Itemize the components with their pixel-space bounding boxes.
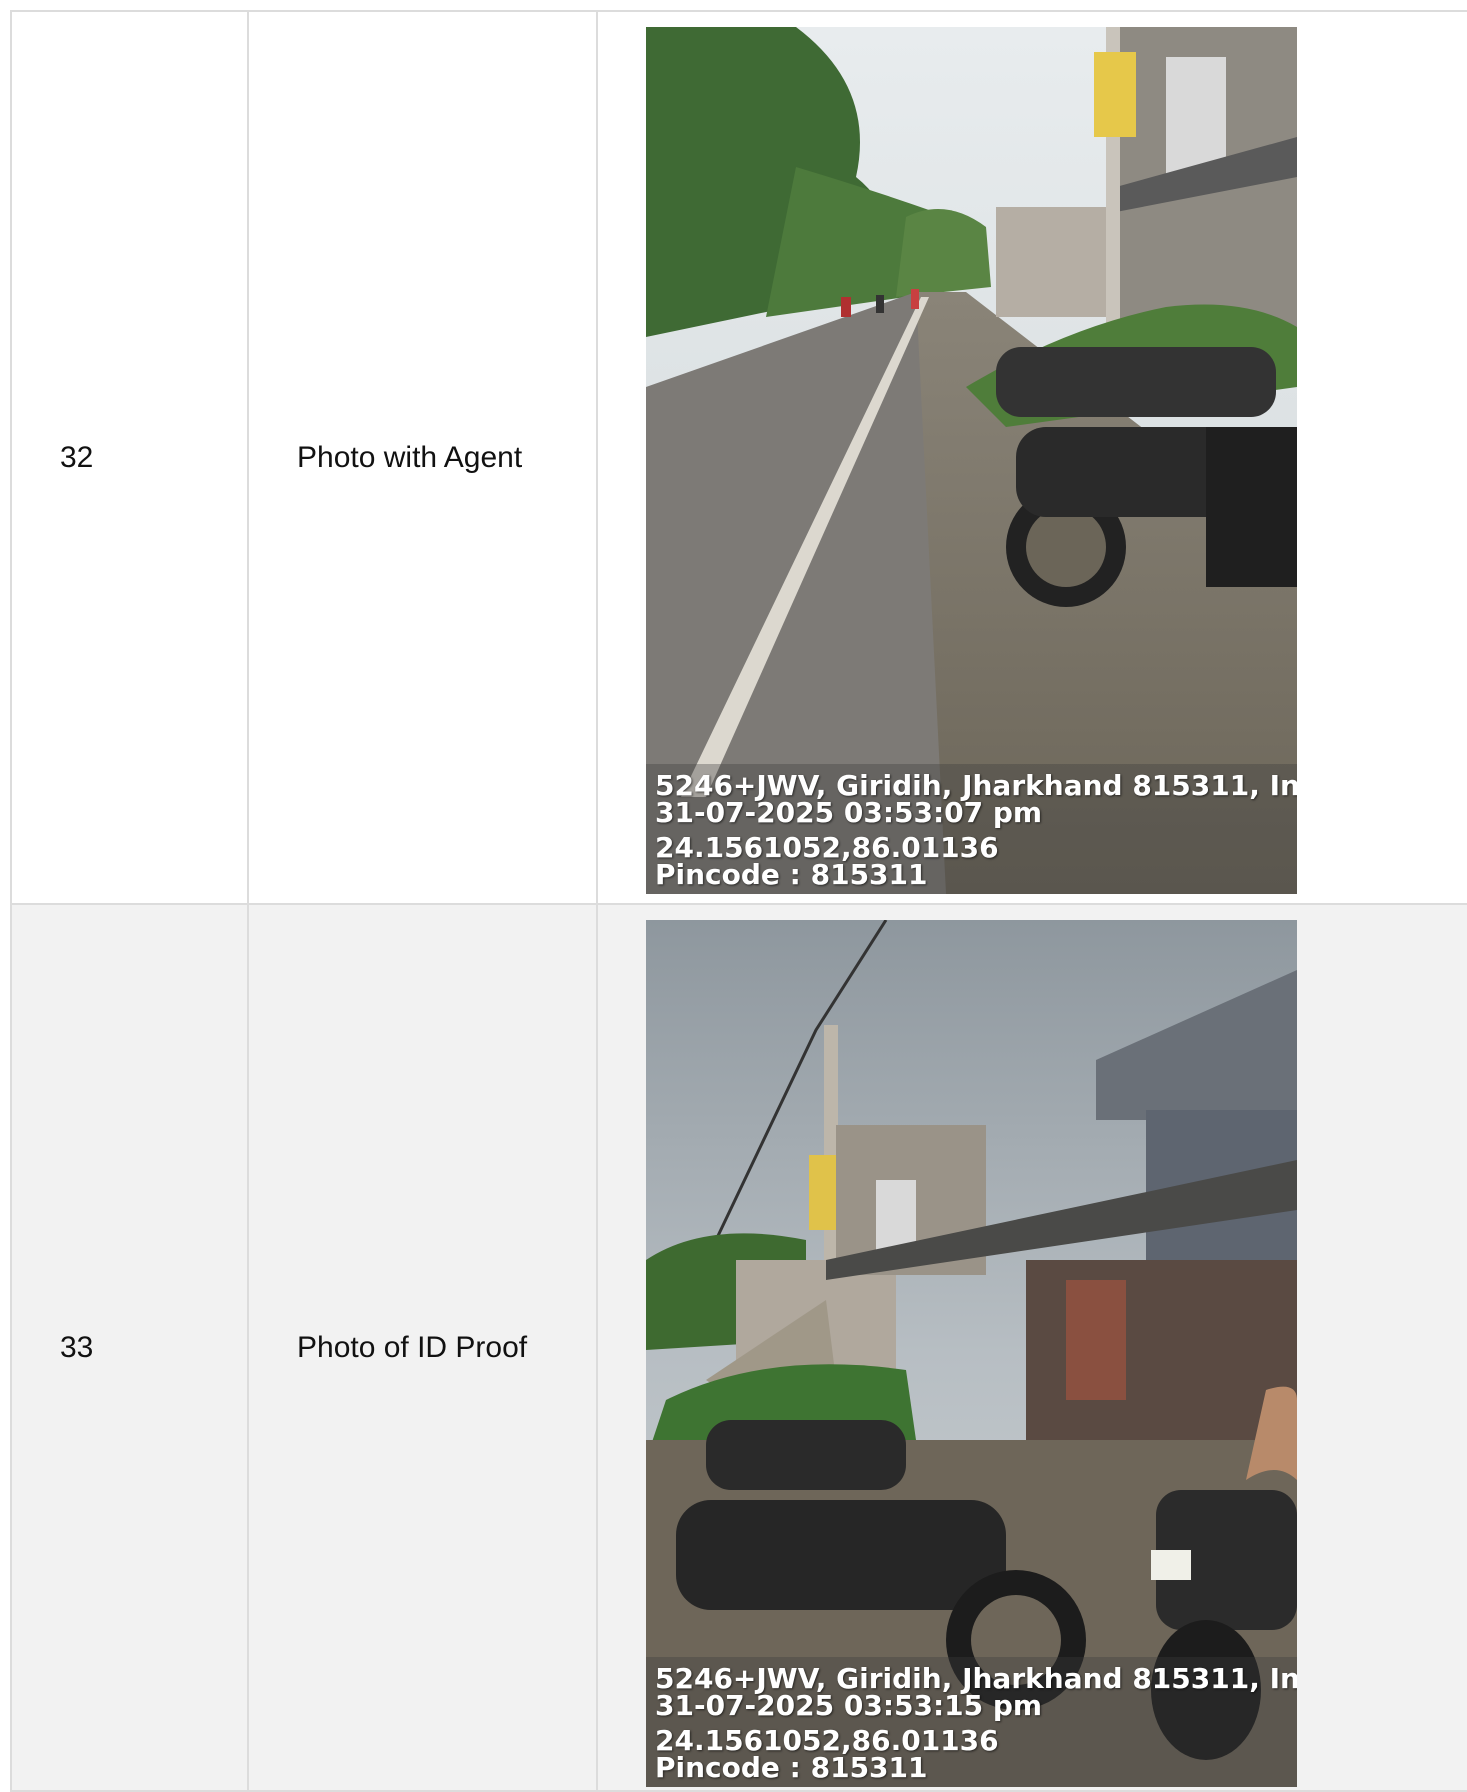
geotag-pincode: Pincode : 815311 <box>655 858 928 891</box>
table-row: 32 Photo with Agent 5246+JWV, Giridih, J… <box>12 12 1467 905</box>
geotag-coordinates: 24.1561052,86.01136 <box>655 1724 999 1757</box>
row-number: 33 <box>12 905 249 1790</box>
street-photo[interactable]: 5246+JWV, Giridih, Jharkhand 815311, Ind… <box>646 27 1297 894</box>
geotag-datetime: 31-07-2025 03:53:15 pm <box>655 1689 1043 1722</box>
geotag-overlay: 5246+JWV, Giridih, Jharkhand 815311, Ind… <box>646 1657 1297 1787</box>
geotag-datetime: 31-07-2025 03:53:07 pm <box>655 796 1043 829</box>
photo-cell: 5246+JWV, Giridih, Jharkhand 815311, Ind… <box>598 12 1467 903</box>
geotag-overlay: 5246+JWV, Giridih, Jharkhand 815311, Ind… <box>646 764 1297 894</box>
table-row: 33 Photo of ID Proof 5246+JWV, Giridih, … <box>12 905 1467 1792</box>
photo-cell: 5246+JWV, Giridih, Jharkhand 815311, Ind… <box>598 905 1467 1790</box>
row-description: Photo of ID Proof <box>249 905 598 1790</box>
id-proof-photo[interactable]: 5246+JWV, Giridih, Jharkhand 815311, Ind… <box>646 920 1297 1787</box>
geotag-pincode: Pincode : 815311 <box>655 1751 928 1784</box>
geotag-address: 5246+JWV, Giridih, Jharkhand 815311, Ind… <box>655 769 1297 802</box>
row-number: 32 <box>12 12 249 903</box>
row-description: Photo with Agent <box>249 12 598 903</box>
records-table: 32 Photo with Agent 5246+JWV, Giridih, J… <box>10 10 1467 1792</box>
geotag-address: 5246+JWV, Giridih, Jharkhand 815311, Ind… <box>655 1662 1297 1695</box>
geotag-coordinates: 24.1561052,86.01136 <box>655 831 999 864</box>
